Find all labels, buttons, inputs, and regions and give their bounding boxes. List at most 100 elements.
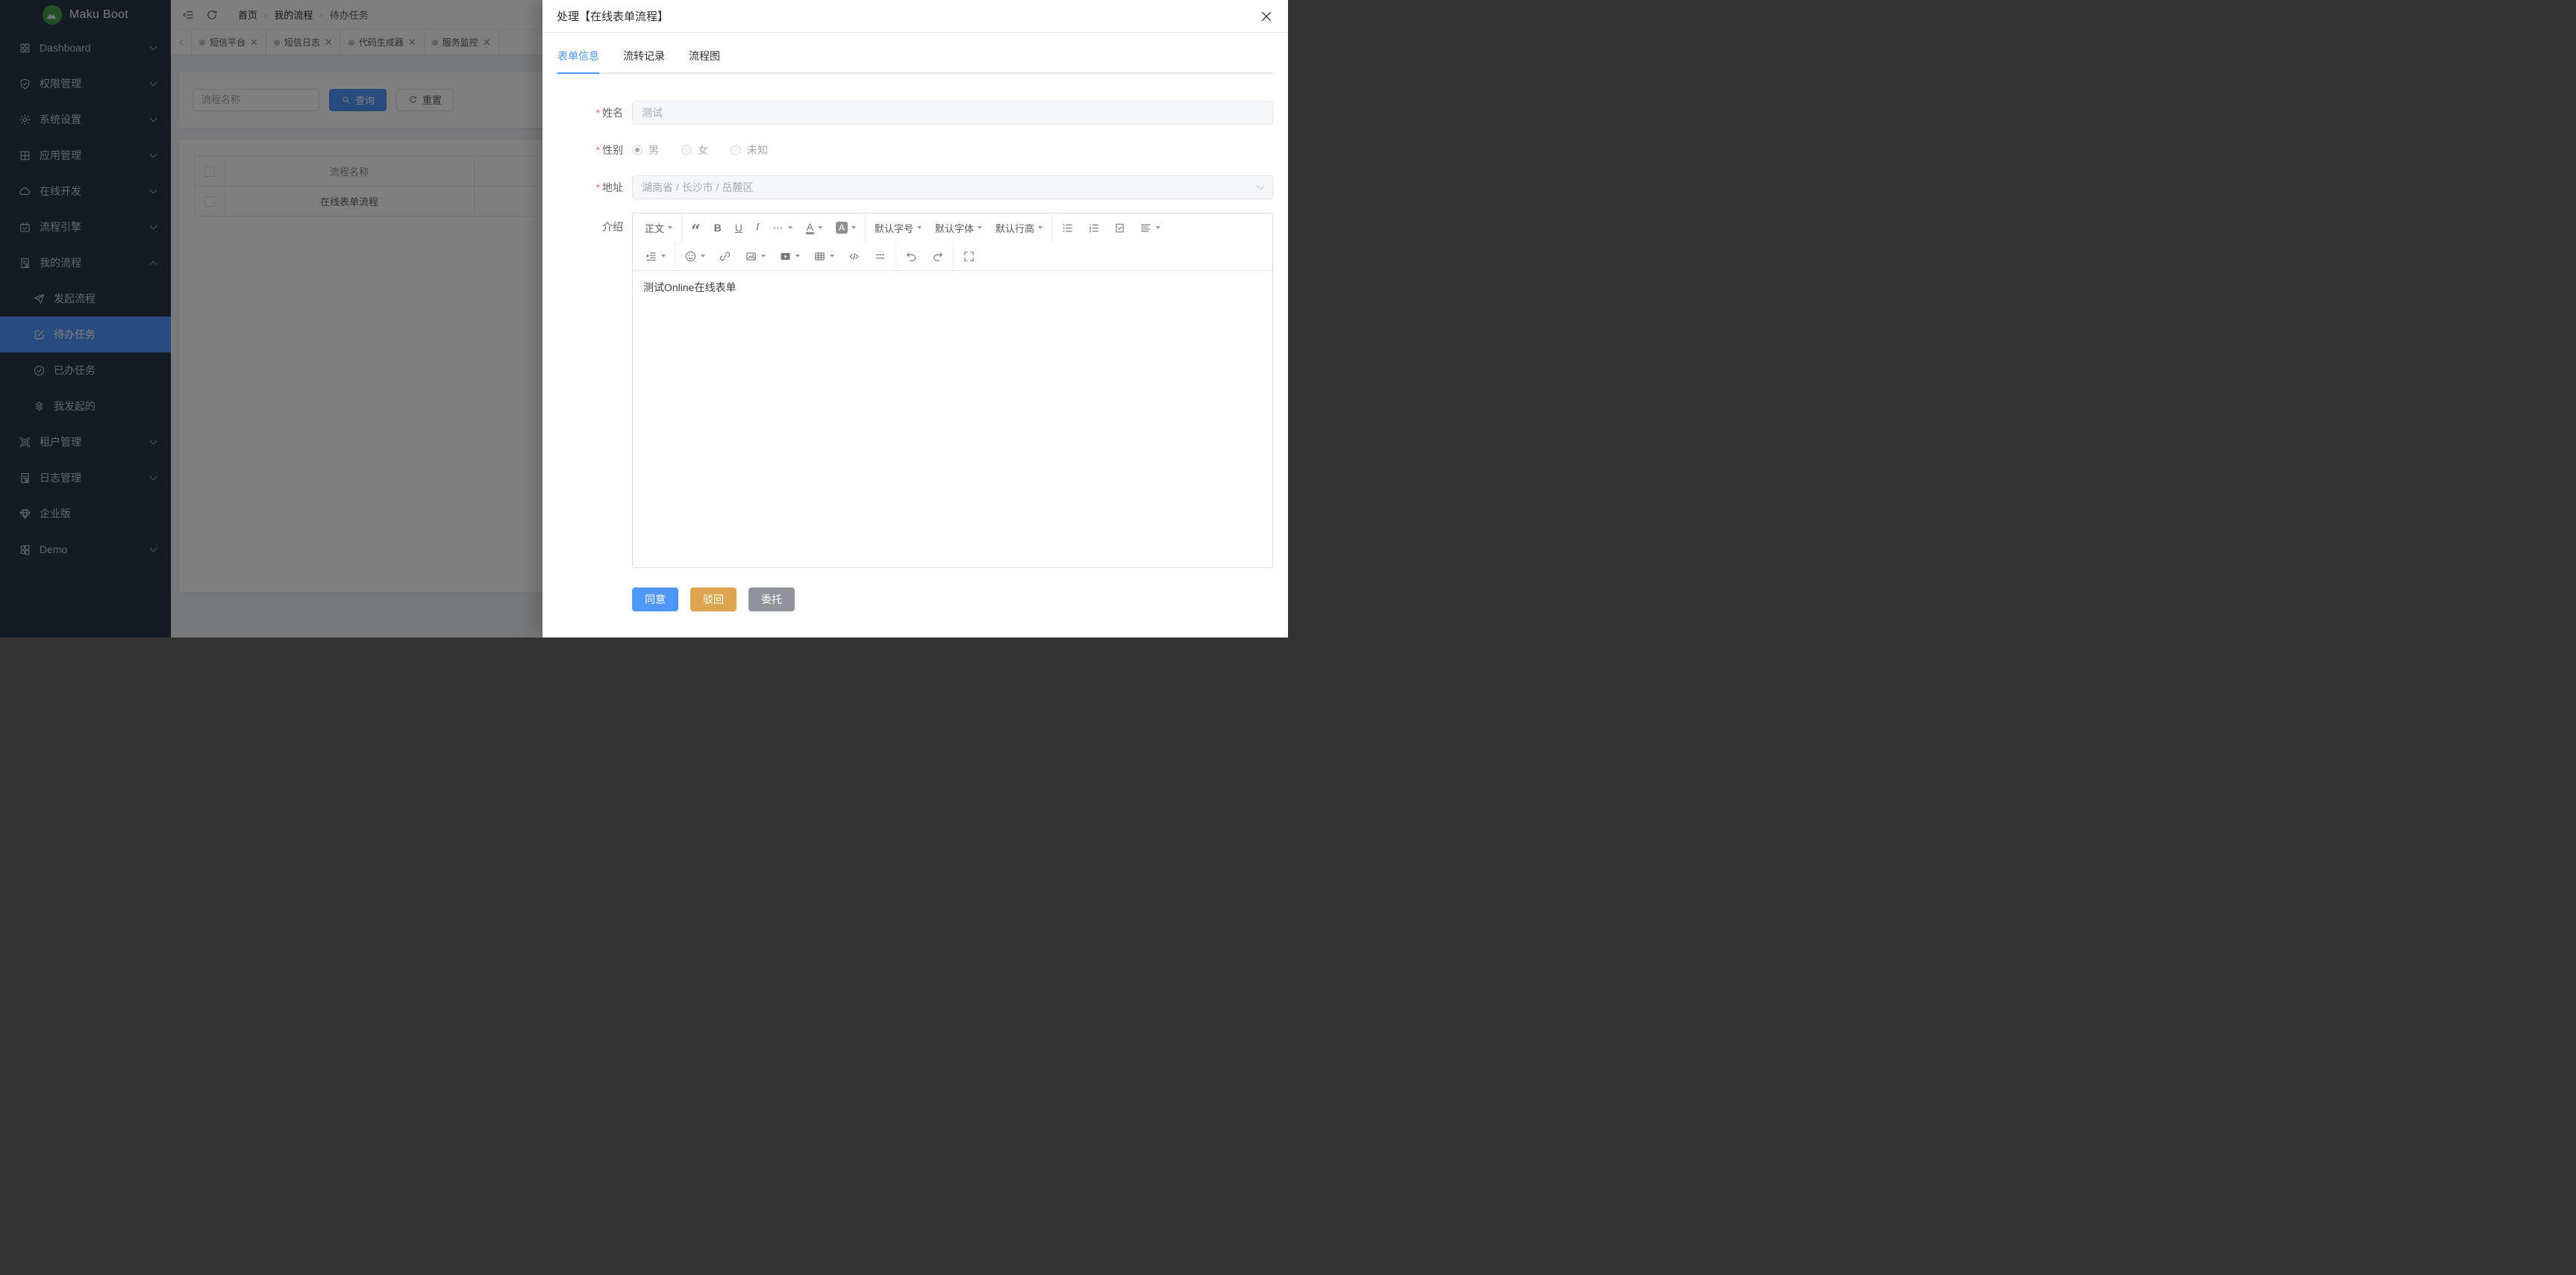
radio-icon <box>681 145 692 155</box>
editor-underline-button[interactable]: U <box>728 213 749 242</box>
close-icon[interactable] <box>1259 9 1274 24</box>
editor-table-button[interactable] <box>807 242 841 270</box>
editor-dropdown-label: 默认字号 <box>875 221 913 235</box>
editor-toolbar-group <box>895 242 953 270</box>
editor-bold-button[interactable]: B <box>707 213 728 242</box>
video-icon <box>779 250 792 263</box>
editor-content[interactable]: 测试Online在线表单 <box>633 270 1272 567</box>
editor-font-color-button[interactable]: A <box>799 213 829 242</box>
editor-quote-button[interactable]: “ <box>684 213 707 242</box>
font-color-icon: A <box>806 222 814 234</box>
editor-undo-button[interactable] <box>898 242 925 270</box>
editor-toolbar-group <box>953 242 984 270</box>
editor-toolbar-group <box>636 242 675 270</box>
dropdown-caret-icon <box>661 255 666 258</box>
drawer-header: 处理【在线表单流程】 <box>543 0 1288 33</box>
approve-button[interactable]: 同意 <box>632 587 678 611</box>
gender-label: *性别 <box>557 138 623 162</box>
dropdown-caret-icon <box>851 226 856 229</box>
radio-icon <box>632 145 643 155</box>
editor-emoji-button[interactable] <box>678 242 712 270</box>
editor-divider-button[interactable] <box>867 242 893 270</box>
divider-icon <box>874 250 887 263</box>
required-asterisk: * <box>596 107 600 119</box>
intro-label: 介绍 <box>557 213 623 241</box>
rich-text-editor: 正文 “ B U I ⋯ A A 默认字号 默认字体 默认行高 测试Online在线表单 <box>632 213 1273 568</box>
drawer-body: 表单信息流转记录流程图 *姓名 测试 *性别 男 女 未知 *地址 <box>543 33 1288 638</box>
editor-toolbar-row <box>633 242 1272 270</box>
bold-icon: B <box>714 222 722 234</box>
editor-align-button[interactable] <box>1133 213 1167 242</box>
quote-icon: “ <box>691 228 701 234</box>
gender-radio-0[interactable]: 男 <box>632 143 659 158</box>
editor-code-block-button[interactable] <box>841 242 867 270</box>
radio-label: 未知 <box>747 143 768 158</box>
dropdown-caret-icon <box>795 255 800 258</box>
editor-toolbar-row: 正文 “ B U I ⋯ A A 默认字号 默认字体 默认行高 <box>633 213 1272 242</box>
dropdown-caret-icon <box>917 226 922 229</box>
radio-label: 男 <box>648 143 659 158</box>
indent-icon <box>645 250 657 263</box>
name-field-row: *姓名 测试 <box>557 101 1273 125</box>
dropdown-caret-icon <box>788 226 793 229</box>
image-icon <box>745 250 757 263</box>
table-icon <box>813 250 826 263</box>
address-cascader[interactable]: 湖南省 / 长沙市 / 岳麓区 <box>632 175 1273 199</box>
required-asterisk: * <box>596 144 600 156</box>
reject-button[interactable]: 驳回 <box>690 587 737 611</box>
radio-icon <box>731 145 741 155</box>
dropdown-caret-icon <box>818 226 822 229</box>
gender-radio-2[interactable]: 未知 <box>731 143 768 158</box>
dropdown-caret-icon <box>1156 226 1160 229</box>
editor-link-button[interactable] <box>712 242 738 270</box>
editor-ordered-list-button[interactable] <box>1081 213 1107 242</box>
intro-field-row: 介绍 正文 “ B U I ⋯ A A 默认字号 默认字体 默认行高 测试Online在线表单 <box>557 213 1273 568</box>
editor-font-size-button[interactable]: 默认字号 <box>868 213 928 242</box>
editor-image-button[interactable] <box>738 242 772 270</box>
process-drawer: 处理【在线表单流程】 表单信息流转记录流程图 *姓名 测试 *性别 男 女 未知 <box>543 0 1288 638</box>
editor-more-styles-button[interactable]: ⋯ <box>766 213 799 242</box>
editor-paragraph-style-button[interactable]: 正文 <box>638 213 679 242</box>
underline-icon: U <box>735 222 743 234</box>
dropdown-caret-icon <box>668 226 672 229</box>
editor-indent-button[interactable] <box>638 242 672 270</box>
bullet-list-icon <box>1061 222 1074 234</box>
name-label: *姓名 <box>557 101 623 125</box>
name-field[interactable]: 测试 <box>632 101 1273 125</box>
editor-background-color-button[interactable]: A <box>829 213 863 242</box>
italic-icon: I <box>756 222 760 234</box>
dropdown-caret-icon <box>830 255 834 258</box>
required-asterisk: * <box>596 181 600 193</box>
fullscreen-icon <box>963 250 975 263</box>
editor-line-height-button[interactable]: 默认行高 <box>989 213 1049 242</box>
drawer-tab-flow-record[interactable]: 流转记录 <box>623 40 665 72</box>
drawer-title: 处理【在线表单流程】 <box>557 8 669 24</box>
editor-video-button[interactable] <box>772 242 807 270</box>
radio-label: 女 <box>698 143 708 158</box>
drawer-actions: 同意驳回委托 <box>632 587 1273 611</box>
dropdown-caret-icon <box>1038 226 1042 229</box>
dropdown-caret-icon <box>701 255 705 258</box>
gender-field-row: *性别 男 女 未知 <box>557 138 1273 162</box>
align-icon <box>1139 222 1152 234</box>
editor-toolbar-group: 正文 <box>636 213 681 242</box>
editor-redo-button[interactable] <box>925 242 951 270</box>
editor-fullscreen-button[interactable] <box>956 242 982 270</box>
chevron-down-icon <box>1256 181 1264 190</box>
delegate-button[interactable]: 委托 <box>748 587 795 611</box>
more-icon: ⋯ <box>773 222 784 234</box>
gender-radio-1[interactable]: 女 <box>681 143 708 158</box>
editor-bullet-list-button[interactable] <box>1054 213 1081 242</box>
editor-toolbar-group <box>675 242 895 270</box>
drawer-tab-flow-diagram[interactable]: 流程图 <box>689 40 720 72</box>
address-label: *地址 <box>557 175 623 199</box>
drawer-tab-form-info[interactable]: 表单信息 <box>557 40 599 72</box>
editor-toolbar-group: 默认字号 默认字体 默认行高 <box>865 213 1051 242</box>
editor-dropdown-label: 正文 <box>645 221 664 235</box>
editor-dropdown-label: 默认字体 <box>935 221 974 235</box>
undo-icon <box>905 250 918 263</box>
editor-task-list-button[interactable] <box>1107 213 1133 242</box>
link-icon <box>719 250 731 263</box>
editor-font-family-button[interactable]: 默认字体 <box>928 213 989 242</box>
editor-italic-button[interactable]: I <box>749 213 766 242</box>
